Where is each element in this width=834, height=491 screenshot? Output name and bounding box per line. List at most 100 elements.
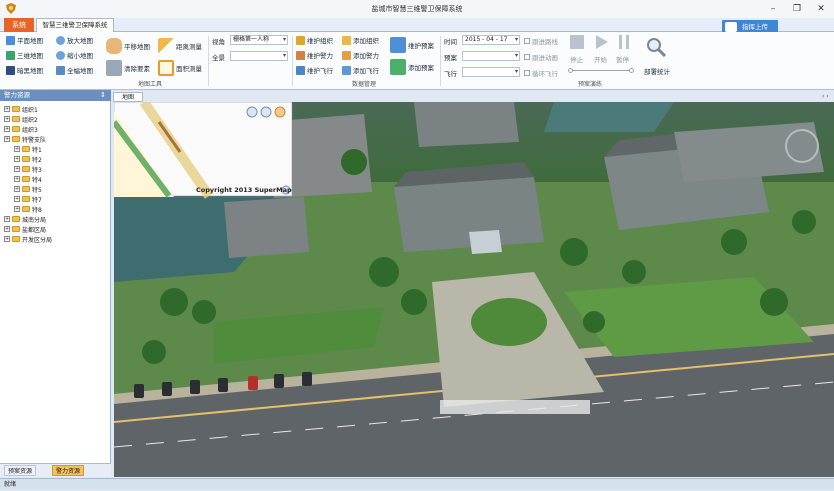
group-icon — [296, 35, 305, 45]
tab-system[interactable]: 系统 — [4, 18, 34, 32]
tab-police-resources[interactable]: 警力资源 — [52, 465, 85, 476]
folder-icon — [22, 196, 30, 202]
area-icon — [158, 60, 174, 76]
expand-icon[interactable]: + — [14, 186, 20, 192]
flight-select[interactable] — [462, 67, 520, 77]
add-group-button[interactable]: 添加组织 — [342, 35, 379, 45]
full-map-icon — [56, 65, 65, 75]
zoom-out-button[interactable]: 缩小地图 — [56, 50, 93, 60]
folder-icon — [22, 146, 30, 152]
tree-item[interactable]: + 特4 — [4, 174, 108, 184]
expand-icon[interactable]: + — [4, 216, 10, 222]
expand-icon[interactable]: + — [14, 196, 20, 202]
tree-item-label: 组织2 — [22, 116, 38, 124]
stop-button[interactable]: 停止 — [570, 54, 583, 64]
tree-item[interactable]: + 特3 — [4, 164, 108, 174]
tab-main[interactable]: 智慧三维警卫保障系统 — [36, 18, 114, 32]
tree-item[interactable]: + 特8 — [4, 204, 108, 214]
plan-demo-group-label: 预案演练 — [578, 81, 603, 88]
tab-map[interactable]: 地图 — [113, 92, 143, 102]
maintain-group-button[interactable]: 维护组织 — [296, 35, 333, 45]
expand-icon[interactable]: + — [14, 166, 20, 172]
expand-icon[interactable]: + — [14, 146, 20, 152]
tree-item[interactable]: + 组织2 — [4, 114, 108, 124]
magnifier-icon — [646, 37, 667, 58]
close-button[interactable]: ✕ — [812, 2, 830, 16]
stop-icon[interactable] — [570, 35, 584, 49]
tree-item-label: 特5 — [32, 186, 42, 194]
add-plan-button[interactable]: 添加预案 — [390, 59, 434, 75]
folder-icon — [22, 176, 30, 182]
expand-icon[interactable]: + — [4, 126, 10, 132]
status-bar: 就绪 — [0, 478, 834, 490]
ribbon-tab-row — [0, 18, 834, 32]
add-flight-button[interactable]: 添加飞行 — [342, 65, 379, 75]
maximize-button[interactable]: ❐ — [788, 2, 806, 16]
clear-elements-button[interactable]: 清除要素 — [106, 60, 150, 76]
flat-map-icon — [6, 35, 15, 45]
night-map-button[interactable]: 暗黑地图 — [6, 65, 43, 75]
flat-map-button[interactable]: 平面地图 — [6, 35, 43, 45]
expand-icon[interactable]: + — [14, 206, 20, 212]
deploy-stats-button[interactable]: 部署统计 — [644, 66, 670, 76]
expand-icon[interactable]: + — [4, 226, 10, 232]
tree-item[interactable]: + 组织3 — [4, 124, 108, 134]
tree-item[interactable]: + 特5 — [4, 184, 108, 194]
expand-icon[interactable]: + — [4, 136, 10, 142]
maintain-force-button[interactable]: 维护警力 — [296, 50, 333, 60]
folder-icon — [12, 116, 20, 122]
ribbon-separator — [292, 36, 293, 86]
expand-icon[interactable]: + — [4, 106, 10, 112]
minimize-button[interactable]: – — [764, 2, 782, 16]
trash-icon — [106, 60, 122, 76]
pin-icon[interactable]: ⇕ — [100, 91, 106, 99]
pan-map-button[interactable]: 平移地图 — [106, 38, 150, 54]
expand-icon[interactable]: + — [14, 156, 20, 162]
three-d-map-button[interactable]: 三维地图 — [6, 50, 43, 60]
expand-icon[interactable]: + — [4, 236, 10, 242]
tree-item-label: 开发区分局 — [22, 236, 53, 244]
tree-item[interactable]: + 特1 — [4, 144, 108, 154]
tree-item[interactable]: + 盐都区局 — [4, 224, 108, 234]
pause-button[interactable]: 暂停 — [616, 54, 629, 64]
tree-item[interactable]: + 特7 — [4, 194, 108, 204]
maintain-flight-button[interactable]: 维护飞行 — [296, 65, 333, 75]
time-picker[interactable]: 2015 - 04 - 17 — [462, 35, 520, 45]
tab-scroll-arrows[interactable]: ‹ › — [822, 93, 829, 100]
folder-icon — [12, 136, 20, 142]
area-measure-button[interactable]: 面积测量 — [158, 60, 202, 76]
tree-item-label: 组织3 — [22, 126, 38, 134]
play-icon[interactable] — [596, 35, 608, 49]
start-button[interactable]: 开始 — [594, 54, 607, 64]
scene-select[interactable] — [230, 51, 288, 61]
tree-item[interactable]: + 城南分局 — [4, 214, 108, 224]
expand-icon[interactable]: + — [14, 176, 20, 182]
full-map-button[interactable]: 全幅地图 — [56, 65, 93, 75]
tree-item-label: 特2 — [32, 156, 42, 164]
pause-icon[interactable] — [619, 35, 629, 49]
scene-label: 全景 — [212, 54, 225, 62]
speed-slider[interactable] — [568, 68, 634, 74]
distance-measure-button[interactable]: 距离测量 — [158, 38, 202, 54]
add-police-icon — [342, 50, 351, 60]
folder-icon — [12, 226, 20, 232]
3d-map-view[interactable]: Copyright 2013 SuperMap — [114, 102, 834, 477]
loop-flight-checkbox[interactable]: 循环飞行 — [524, 68, 558, 78]
flight-label: 飞行 — [444, 70, 457, 78]
tree-item[interactable]: + 组织1 — [4, 104, 108, 114]
follow-motion-checkbox[interactable]: 跟进动画 — [524, 52, 558, 62]
follow-route-checkbox[interactable]: 跟进路线 — [524, 36, 558, 46]
time-label: 时间 — [444, 38, 457, 46]
plan-select[interactable] — [462, 51, 520, 61]
tab-plan-resources[interactable]: 预案资源 — [4, 465, 37, 476]
tree-item[interactable]: + 特2 — [4, 154, 108, 164]
perspective-select[interactable]: 栅格第一人称 — [230, 35, 288, 45]
add-force-button[interactable]: 添加警力 — [342, 50, 379, 60]
minimap[interactable] — [114, 102, 293, 199]
folder-icon — [12, 106, 20, 112]
tree-item[interactable]: + 特警支队 — [4, 134, 108, 144]
tree-item[interactable]: + 开发区分局 — [4, 234, 108, 244]
maintain-plan-button[interactable]: 维护预案 — [390, 37, 434, 53]
expand-icon[interactable]: + — [4, 116, 10, 122]
zoom-in-button[interactable]: 放大地图 — [56, 35, 93, 45]
